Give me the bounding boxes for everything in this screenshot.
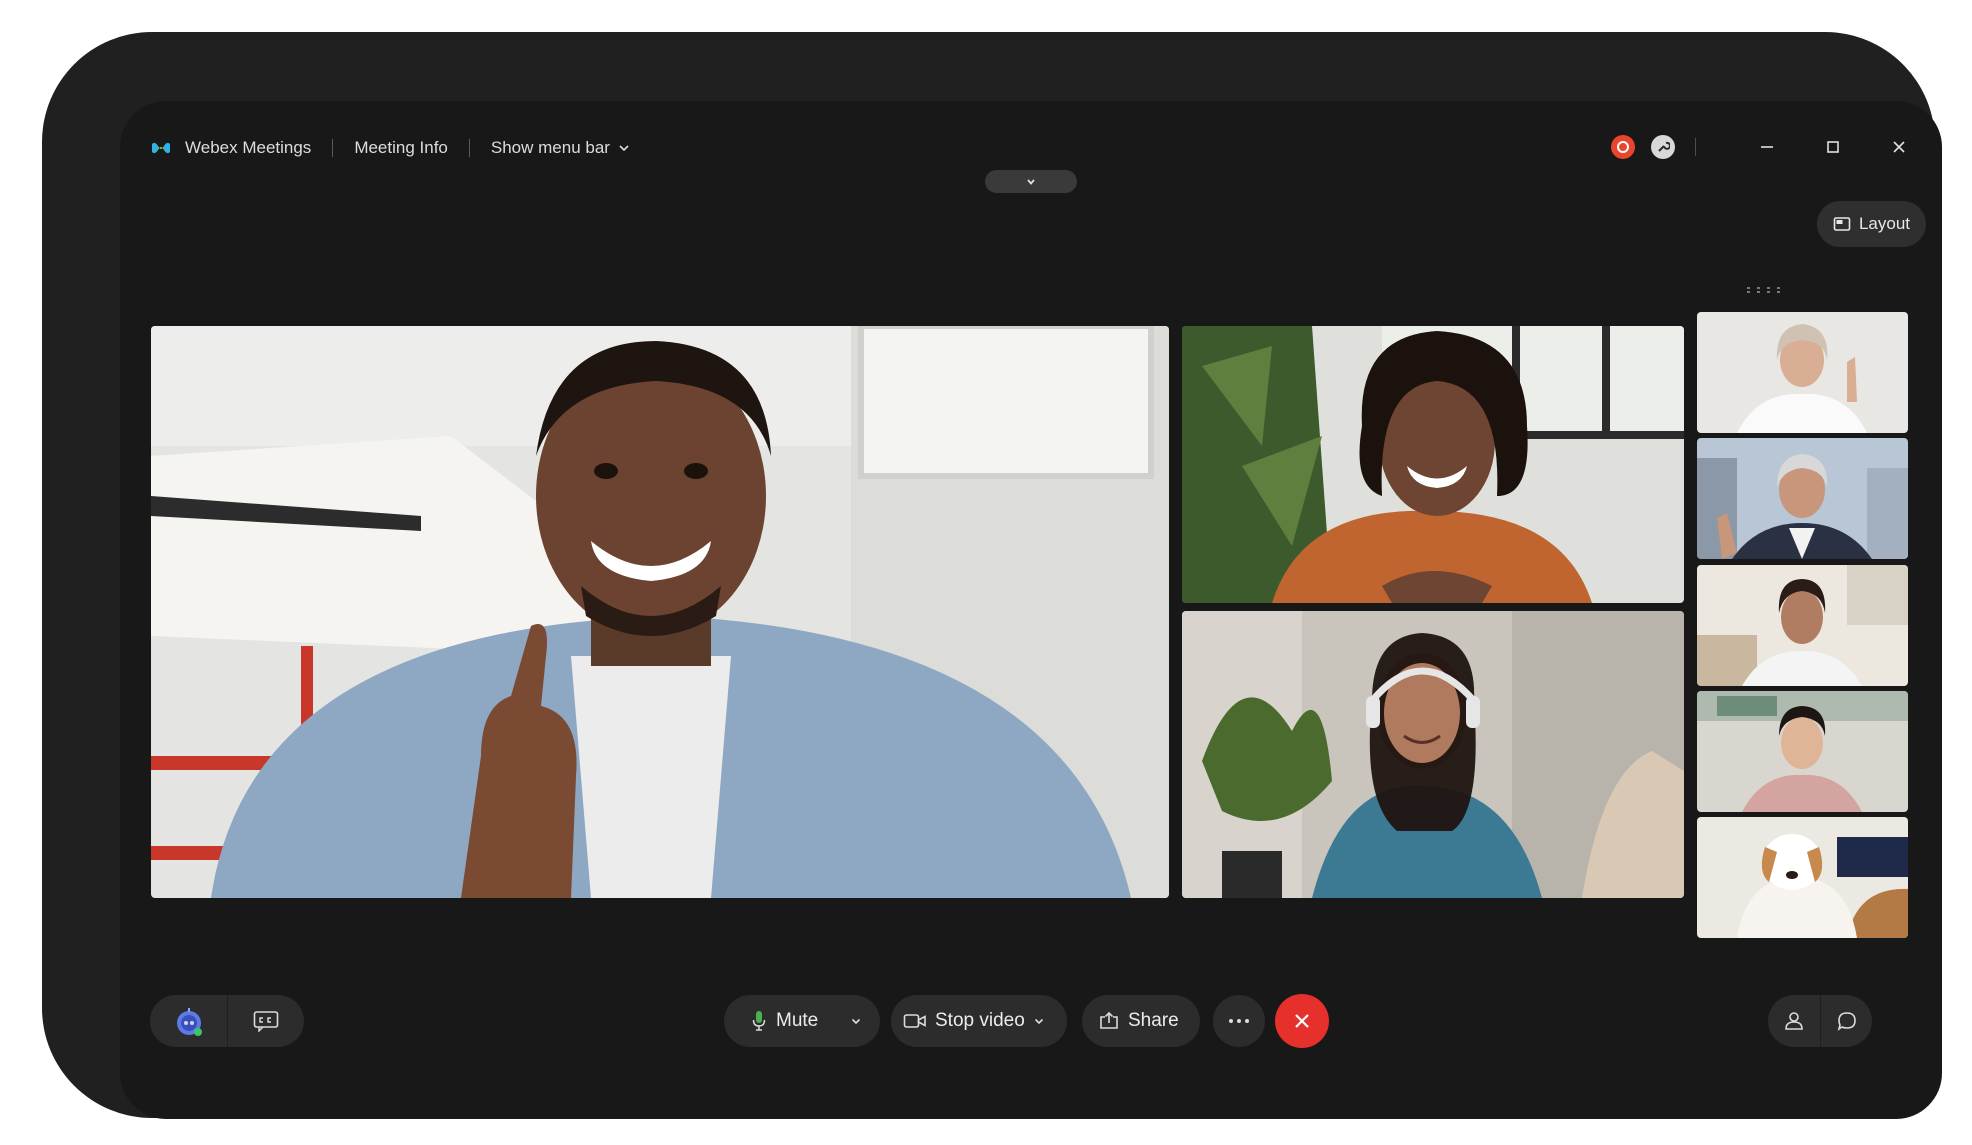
layout-button[interactable]: Layout — [1816, 201, 1926, 247]
stop-video-button[interactable]: Stop video — [891, 995, 1067, 1047]
chevron-down-icon[interactable] — [850, 1015, 862, 1027]
stop-video-label: Stop video — [935, 1010, 1025, 1031]
app-title-label: Webex Meetings — [185, 138, 312, 157]
video-tile-thumbnail[interactable] — [1697, 565, 1908, 686]
video-tile-stage[interactable] — [1182, 611, 1684, 898]
meeting-info-button[interactable]: Meeting Info — [354, 138, 448, 158]
assistant-captions-group — [150, 995, 304, 1047]
layout-label: Layout — [1858, 214, 1910, 233]
collapse-header-button[interactable] — [985, 170, 1077, 193]
mute-button[interactable]: Mute — [724, 995, 880, 1047]
chat-button[interactable] — [1820, 995, 1872, 1047]
more-options-button[interactable] — [1213, 995, 1265, 1047]
participants-icon — [1785, 1012, 1803, 1030]
ai-assistant-icon — [176, 1008, 202, 1036]
filmstrip-drag-handle[interactable] — [1745, 285, 1785, 295]
title-bar-left: Webex Meetings Meeting Info Show menu ba… — [150, 138, 631, 158]
chevron-down-icon — [619, 145, 629, 152]
show-menu-bar-button[interactable]: Show menu bar — [491, 138, 631, 158]
divider — [332, 139, 334, 157]
microphone-icon — [752, 1011, 766, 1031]
share-icon — [1100, 1011, 1118, 1029]
participants-button[interactable] — [1768, 995, 1820, 1047]
ai-assistant-button[interactable] — [150, 995, 227, 1047]
recording-icon[interactable] — [1611, 135, 1635, 159]
chevron-down-icon[interactable] — [1033, 1015, 1045, 1027]
closed-captions-button[interactable] — [227, 995, 304, 1047]
participant-video — [1697, 565, 1908, 686]
close-button[interactable] — [1884, 132, 1914, 162]
app-title[interactable]: Webex Meetings — [150, 138, 311, 158]
device-frame: Webex Meetings Meeting Info Show menu ba… — [42, 32, 1942, 1119]
more-icon — [1229, 1019, 1249, 1023]
camera-icon — [903, 1014, 926, 1028]
window-controls — [1611, 132, 1914, 162]
video-tile-thumbnail[interactable] — [1697, 438, 1908, 559]
tools-icon[interactable] — [1651, 135, 1675, 159]
divider — [1695, 138, 1696, 156]
participant-video — [1697, 312, 1908, 433]
closed-captions-icon — [253, 1011, 279, 1032]
minimize-icon — [1761, 146, 1773, 148]
share-button[interactable]: Share — [1082, 995, 1200, 1047]
meeting-info-label: Meeting Info — [354, 138, 448, 157]
video-tile-thumbnail[interactable] — [1697, 312, 1908, 433]
wrench-icon — [1658, 141, 1670, 152]
show-menu-bar-label: Show menu bar — [490, 138, 610, 157]
divider — [468, 139, 470, 157]
share-label: Share — [1128, 1010, 1179, 1031]
webex-logo-icon — [152, 142, 170, 154]
participant-video — [1697, 817, 1908, 938]
maximize-button[interactable] — [1818, 132, 1848, 162]
end-call-button[interactable] — [1275, 994, 1329, 1048]
participant-video — [1182, 611, 1684, 898]
chevron-down-icon — [1027, 178, 1035, 185]
mute-label: Mute — [776, 1010, 819, 1031]
participant-video — [1697, 438, 1908, 559]
meeting-window: Webex Meetings Meeting Info Show menu ba… — [120, 101, 1942, 1119]
chat-icon — [1837, 1012, 1856, 1031]
layout-icon — [1833, 217, 1851, 231]
participant-video — [1182, 326, 1684, 603]
maximize-icon — [1827, 141, 1839, 153]
participants-chat-group — [1768, 995, 1872, 1047]
participant-video — [1697, 691, 1908, 812]
close-icon — [1893, 141, 1905, 153]
title-bar: Webex Meetings Meeting Info Show menu ba… — [120, 101, 1942, 197]
video-tile-thumbnail[interactable] — [1697, 817, 1908, 938]
video-tile-main[interactable] — [151, 326, 1169, 898]
participant-video — [151, 326, 1169, 898]
minimize-button[interactable] — [1752, 132, 1782, 162]
video-tile-stage[interactable] — [1182, 326, 1684, 603]
end-call-icon — [1295, 1014, 1309, 1028]
video-tile-thumbnail[interactable] — [1697, 691, 1908, 812]
